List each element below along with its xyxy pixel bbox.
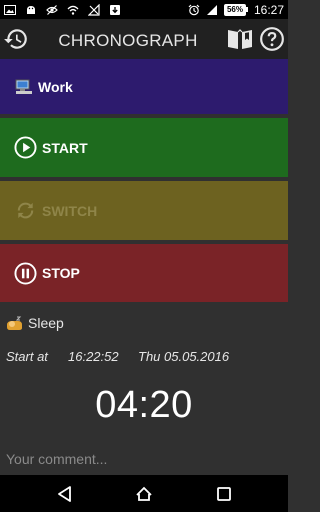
back-icon — [58, 486, 71, 502]
sleep-icon — [7, 316, 22, 330]
status-notifications — [4, 3, 121, 16]
image-icon — [4, 4, 16, 16]
play-icon — [14, 136, 37, 159]
stop-label: STOP — [42, 265, 80, 281]
back-button[interactable] — [55, 484, 75, 504]
comment-input[interactable] — [6, 449, 282, 469]
recents-button[interactable] — [214, 484, 234, 504]
android-debug-icon — [25, 4, 37, 16]
computer-icon — [15, 79, 32, 94]
elapsed-timer: 04:20 — [95, 384, 193, 426]
wifi-icon — [67, 4, 79, 16]
start-button[interactable]: START — [0, 118, 288, 177]
alarm-icon — [188, 4, 200, 16]
cellular-signal-icon — [206, 4, 218, 16]
signal-off-icon — [88, 3, 100, 16]
start-date: Thu 05.05.2016 — [138, 349, 230, 364]
start-time: 16:22:52 — [68, 349, 119, 364]
battery-icon: 56% — [223, 3, 248, 16]
recents-icon — [217, 487, 231, 501]
app-title: CHRONOGRAPH — [58, 31, 198, 50]
download-icon — [109, 4, 121, 16]
home-icon — [136, 486, 152, 501]
stop-button[interactable]: STOP — [0, 244, 288, 302]
start-label: START — [42, 139, 88, 156]
pause-icon — [14, 261, 37, 285]
switch-label: SWITCH — [42, 202, 98, 219]
help-button[interactable] — [259, 26, 285, 52]
switch-button[interactable]: SWITCH — [0, 181, 288, 240]
eye-off-icon — [46, 4, 58, 16]
battery-level: 56% — [223, 3, 246, 16]
current-activity: Sleep — [6, 315, 64, 331]
book-icon — [228, 29, 252, 49]
navigation-bar — [0, 475, 288, 512]
status-clock: 16:27 — [253, 2, 284, 17]
work-activity-button[interactable]: Work — [0, 59, 288, 114]
help-icon — [260, 27, 284, 51]
app-bar: CHRONOGRAPH — [0, 19, 288, 59]
work-label: Work — [38, 78, 73, 95]
start-at-label: Start at — [6, 349, 48, 364]
current-activity-label: Sleep — [28, 315, 64, 331]
switch-icon — [17, 202, 34, 219]
home-button[interactable] — [134, 484, 154, 504]
status-bar: 56% 16:27 — [0, 0, 288, 19]
book-button[interactable] — [226, 27, 254, 51]
